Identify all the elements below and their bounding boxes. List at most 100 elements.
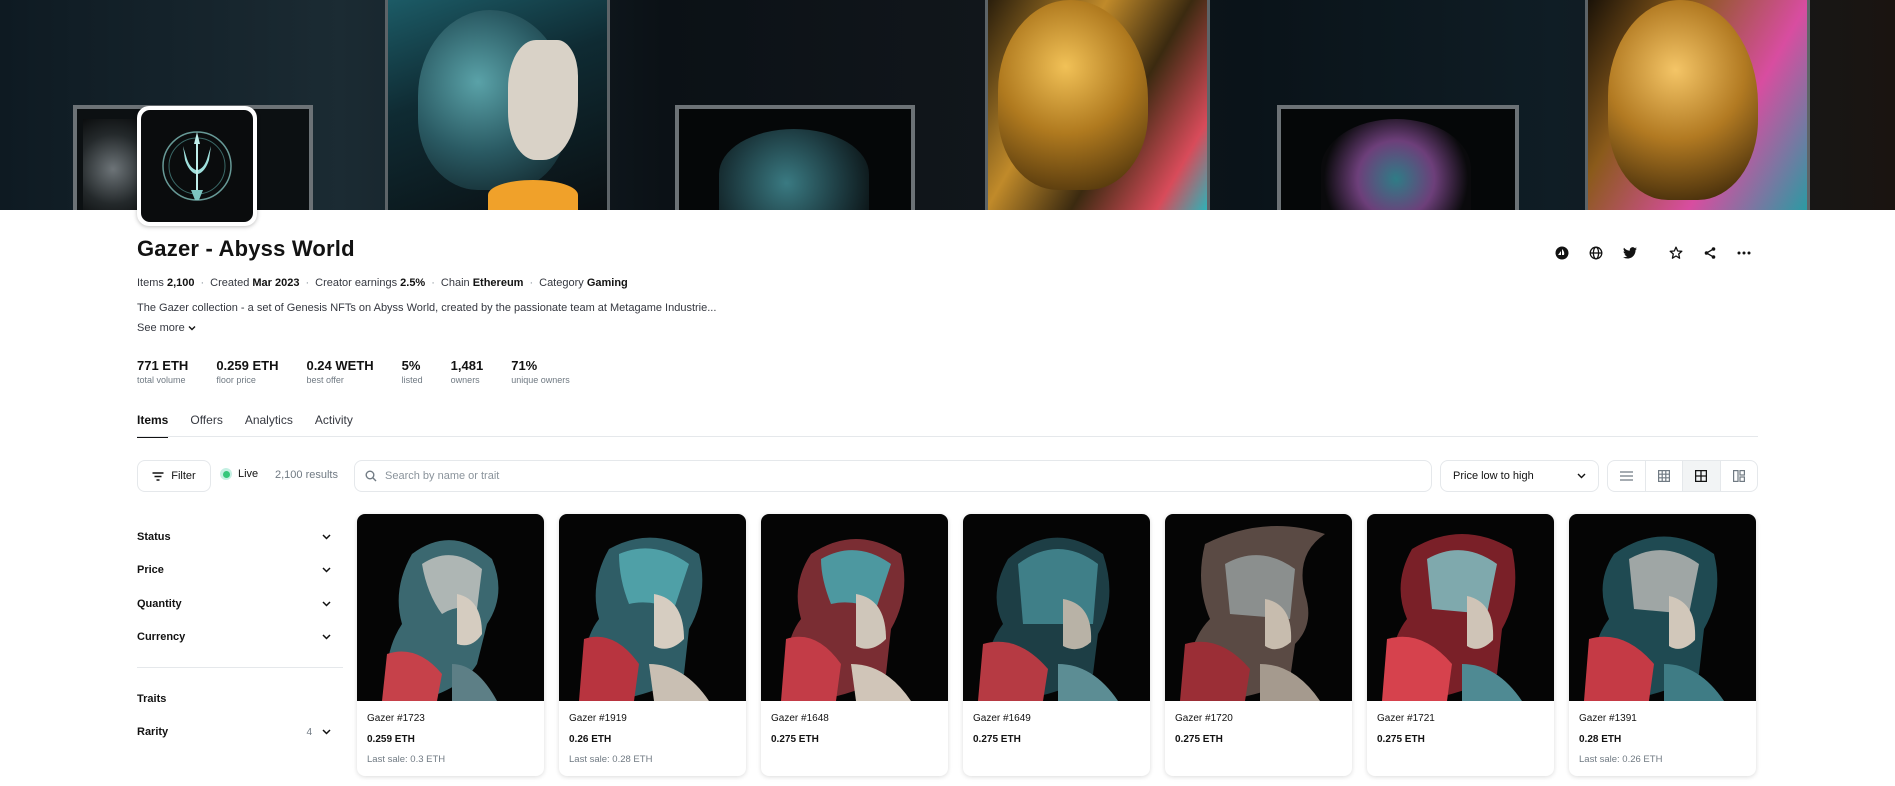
trait-rarity-label: Rarity — [137, 726, 169, 739]
results-count: 2,100 results — [275, 469, 338, 481]
item-last-sale: Last sale: 0.26 ETH — [1579, 754, 1663, 765]
item-name: Gazer #1721 — [1377, 713, 1435, 724]
item-price: 0.26 ETH — [569, 734, 612, 745]
list-view-button[interactable] — [1608, 461, 1646, 491]
item-name: Gazer #1648 — [771, 713, 829, 724]
chevron-down-icon — [188, 326, 196, 331]
chevron-down-icon — [322, 601, 331, 607]
tab-analytics[interactable]: Analytics — [245, 413, 293, 438]
meta-category[interactable]: Category Gaming — [539, 277, 628, 289]
grid-large-button[interactable] — [1683, 461, 1721, 491]
live-indicator[interactable]: Live — [220, 468, 258, 480]
chevron-down-icon — [322, 534, 331, 540]
item-grid: Gazer #1723 0.259 ETH Last sale: 0.3 ETH… — [357, 514, 1756, 776]
item-name: Gazer #1649 — [973, 713, 1031, 724]
banner-art-panel — [985, 0, 1210, 210]
banner-frame — [675, 105, 915, 210]
filter-quantity[interactable]: Quantity — [137, 587, 343, 621]
collection-stats: 771 ETH total volume 0.259 ETH floor price… — [137, 358, 598, 385]
sort-value: Price low to high — [1453, 470, 1534, 482]
tab-offers[interactable]: Offers — [190, 413, 222, 438]
item-image — [761, 514, 948, 701]
grid-large-icon — [1695, 470, 1708, 482]
globe-icon[interactable] — [1579, 243, 1613, 263]
tab-items[interactable]: Items — [137, 413, 169, 438]
opensea-icon[interactable] — [1545, 243, 1579, 263]
see-more-button[interactable]: See more — [137, 322, 196, 334]
traits-label: Traits — [137, 692, 167, 705]
grid-mosaic-button[interactable] — [1721, 461, 1758, 491]
stat-best-offer: 0.24 WETH best offer — [306, 358, 374, 385]
item-card[interactable]: Gazer #1723 0.259 ETH Last sale: 0.3 ETH — [357, 514, 544, 776]
collection-description: The Gazer collection - a set of Genesis … — [137, 302, 717, 314]
item-image — [1569, 514, 1756, 701]
item-card[interactable]: Gazer #1648 0.275 ETH — [761, 514, 948, 776]
item-image — [1165, 514, 1352, 701]
item-card[interactable]: Gazer #1391 0.28 ETH Last sale: 0.26 ETH — [1569, 514, 1756, 776]
search-icon — [365, 470, 377, 482]
search-bar[interactable] — [354, 460, 1432, 492]
tabs-divider — [137, 436, 1758, 437]
more-icon[interactable] — [1727, 243, 1761, 263]
grid-mosaic-icon — [1732, 470, 1745, 482]
grid-small-icon — [1657, 470, 1670, 482]
item-image — [559, 514, 746, 701]
item-image — [1367, 514, 1554, 701]
stat-owners: 1,481 owners — [450, 358, 484, 385]
meta-created: Created Mar 2023 — [210, 277, 300, 289]
grid-small-button[interactable] — [1646, 461, 1683, 491]
item-card[interactable]: Gazer #1919 0.26 ETH Last sale: 0.28 ETH — [559, 514, 746, 776]
filter-quantity-label: Quantity — [137, 597, 182, 610]
chevron-down-icon — [1577, 473, 1586, 479]
stat-listed: 5% listed — [401, 358, 423, 385]
twitter-icon[interactable] — [1613, 243, 1647, 263]
collection-tabs: Items Offers Analytics Activity — [137, 413, 353, 438]
meta-creator-earnings: Creator earnings 2.5% — [315, 277, 426, 289]
stat-floor-price: 0.259 ETH floor price — [216, 358, 279, 385]
sidebar-divider — [137, 667, 343, 668]
collection-banner — [0, 0, 1895, 210]
banner-accent — [488, 180, 578, 210]
star-icon[interactable] — [1659, 243, 1693, 263]
item-card[interactable]: Gazer #1720 0.275 ETH — [1165, 514, 1352, 776]
traits-heading: Traits — [137, 682, 343, 716]
item-card[interactable]: Gazer #1649 0.275 ETH — [963, 514, 1150, 776]
chevron-down-icon — [322, 634, 331, 640]
item-card[interactable]: Gazer #1721 0.275 ETH — [1367, 514, 1554, 776]
filter-currency[interactable]: Currency — [137, 621, 343, 655]
filter-price-label: Price — [137, 564, 164, 577]
filter-label: Filter — [171, 470, 196, 482]
meta-items: Items 2,100 — [137, 277, 195, 289]
header-actions — [1545, 243, 1761, 263]
trait-rarity[interactable]: Rarity 4 — [137, 716, 343, 750]
filter-price[interactable]: Price — [137, 554, 343, 588]
list-view-icon — [1619, 471, 1633, 481]
filter-button[interactable]: Filter — [137, 460, 211, 492]
item-price: 0.275 ETH — [973, 734, 1021, 745]
live-dot-icon — [220, 468, 232, 480]
banner-helmet — [998, 0, 1148, 190]
tab-activity[interactable]: Activity — [315, 413, 353, 438]
item-name: Gazer #1723 — [367, 713, 425, 724]
sort-select[interactable]: Price low to high — [1440, 460, 1599, 492]
item-price: 0.259 ETH — [367, 734, 415, 745]
trident-logo-icon — [162, 131, 232, 201]
filter-sidebar: Status Price Quantity Currency Traits Ra… — [137, 520, 343, 749]
collection-avatar — [137, 106, 257, 226]
filter-icon — [152, 471, 164, 481]
item-image — [963, 514, 1150, 701]
view-mode-toggle — [1607, 460, 1758, 492]
item-name: Gazer #1720 — [1175, 713, 1233, 724]
filter-status[interactable]: Status — [137, 520, 343, 554]
banner-face — [508, 40, 578, 160]
banner-art-panel — [1585, 0, 1810, 210]
search-input[interactable] — [385, 470, 1345, 482]
banner-frame — [1277, 105, 1519, 210]
stat-unique-owners: 71% unique owners — [511, 358, 570, 385]
chevron-down-icon — [322, 729, 331, 735]
item-name: Gazer #1391 — [1579, 713, 1637, 724]
filter-currency-label: Currency — [137, 631, 186, 644]
share-icon[interactable] — [1693, 243, 1727, 263]
live-label: Live — [238, 468, 259, 480]
chevron-down-icon — [322, 567, 331, 573]
